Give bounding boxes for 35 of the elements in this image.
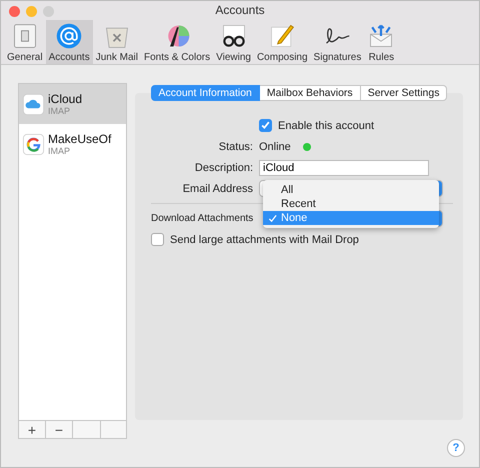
- window-title: Accounts: [215, 3, 265, 18]
- google-g-icon: [23, 134, 44, 154]
- field-label: Description:: [194, 162, 253, 174]
- account-type: IMAP: [48, 106, 72, 116]
- account-item[interactable]: iCloud IMAP: [19, 84, 126, 124]
- field-label: Email Address: [182, 182, 253, 194]
- field-label: Download Attachments: [151, 213, 254, 224]
- description-field[interactable]: iCloud: [259, 160, 429, 176]
- toolbar-tab[interactable]: Junk Mail: [92, 20, 141, 64]
- checkbox-label: Enable this account: [278, 120, 374, 132]
- minimize-button[interactable]: [26, 6, 37, 17]
- tab[interactable]: Mailbox Behaviors: [260, 85, 361, 101]
- status-value: Online: [259, 140, 291, 152]
- checkbox-label: Send large attachments with Mail Drop: [170, 234, 359, 246]
- account-type: IMAP: [48, 146, 72, 156]
- menu-item[interactable]: All: [263, 183, 439, 197]
- at-sign-icon: [55, 22, 84, 50]
- checkmark-icon: [268, 214, 277, 222]
- toolbar-tab[interactable]: Composing: [254, 20, 311, 64]
- tab[interactable]: Server Settings: [360, 85, 448, 101]
- toolbar-tab[interactable]: Accounts: [46, 20, 93, 64]
- menu-item[interactable]: Recent: [263, 197, 439, 211]
- toolbar-tab[interactable]: Rules: [364, 20, 398, 64]
- checkbox[interactable]: [151, 233, 164, 246]
- toolbar-tab[interactable]: Fonts & Colors: [140, 20, 214, 64]
- cloud-icon: [23, 94, 44, 114]
- account-name: MakeUseOf: [48, 132, 112, 146]
- close-button[interactable]: [9, 6, 20, 17]
- toolbar-tab[interactable]: General: [4, 20, 46, 64]
- toolbar-tab[interactable]: Viewing: [213, 20, 254, 64]
- account-name: iCloud: [48, 92, 82, 106]
- toolbar-tab[interactable]: Signatures: [310, 20, 364, 64]
- field-label: Status:: [218, 140, 253, 152]
- account-item[interactable]: MakeUseOf IMAP: [19, 124, 126, 164]
- checkbox[interactable]: [259, 119, 272, 132]
